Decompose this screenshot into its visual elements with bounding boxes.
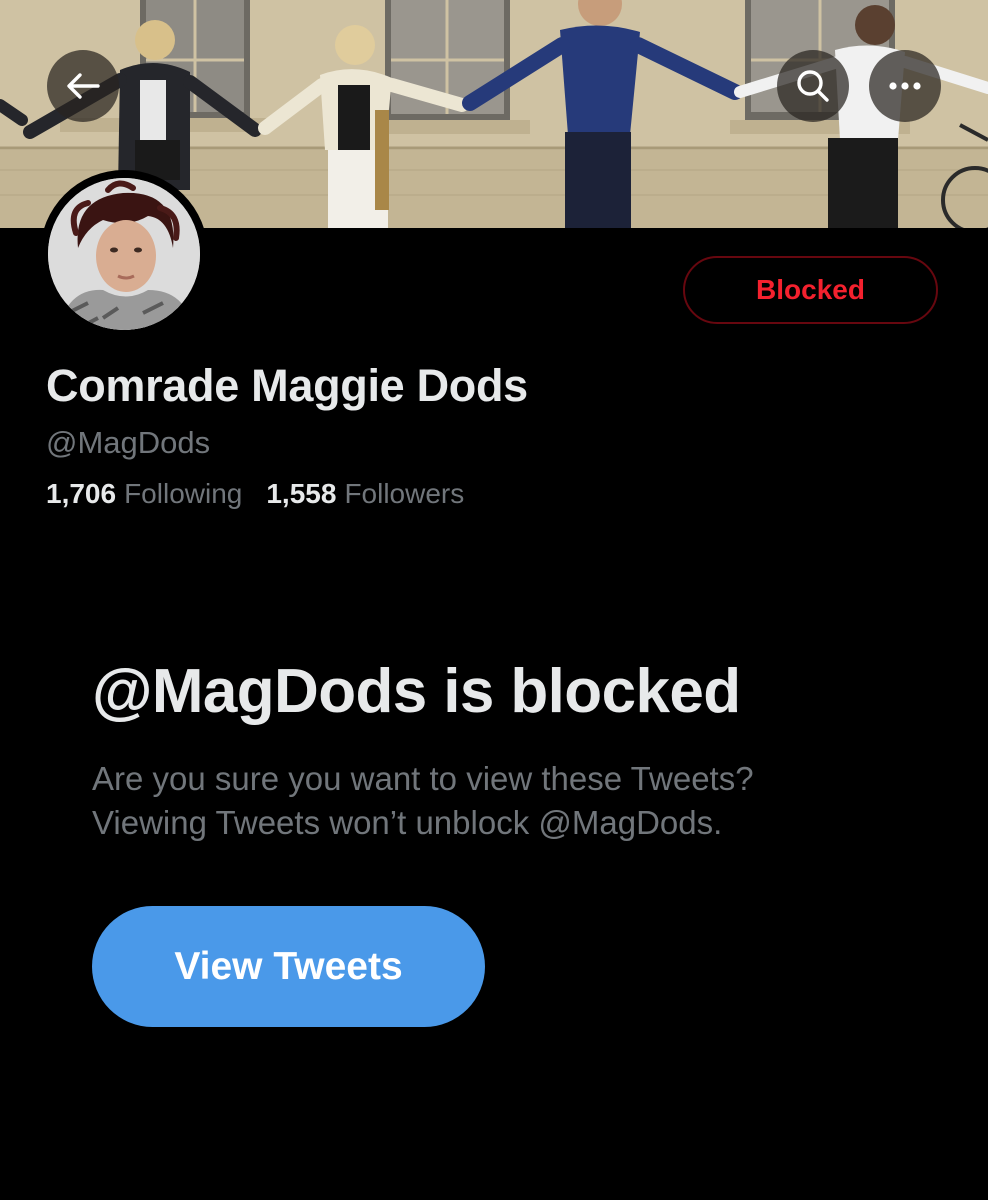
followers-link[interactable]: 1,558 Followers [266, 478, 464, 510]
blocked-notice-line-1: Are you sure you want to view these Twee… [92, 760, 754, 797]
more-options-button[interactable] [869, 50, 941, 122]
blocked-button[interactable]: Blocked [683, 256, 938, 324]
avatar-photo [48, 178, 200, 330]
username-handle: @MagDods [46, 425, 211, 460]
display-name: Comrade Maggie Dods [46, 360, 528, 411]
view-tweets-button[interactable]: View Tweets [92, 906, 485, 1027]
follow-stats: 1,706 Following 1,558 Followers [46, 478, 464, 510]
search-icon [795, 68, 831, 104]
blocked-notice-description: Are you sure you want to view these Twee… [92, 757, 754, 845]
arrow-left-icon [66, 72, 100, 100]
following-link[interactable]: 1,706 Following [46, 478, 242, 510]
profile-avatar[interactable] [40, 170, 208, 338]
following-count: 1,706 [46, 478, 117, 509]
search-button[interactable] [777, 50, 849, 122]
following-label: Following [124, 478, 243, 509]
back-button[interactable] [47, 50, 119, 122]
more-horizontal-icon [888, 81, 922, 91]
followers-label: Followers [344, 478, 465, 509]
followers-count: 1,558 [266, 478, 337, 509]
blocked-notice-title: @MagDods is blocked [92, 657, 741, 726]
blocked-notice-line-2: Viewing Tweets won’t unblock @MagDods. [92, 804, 723, 841]
